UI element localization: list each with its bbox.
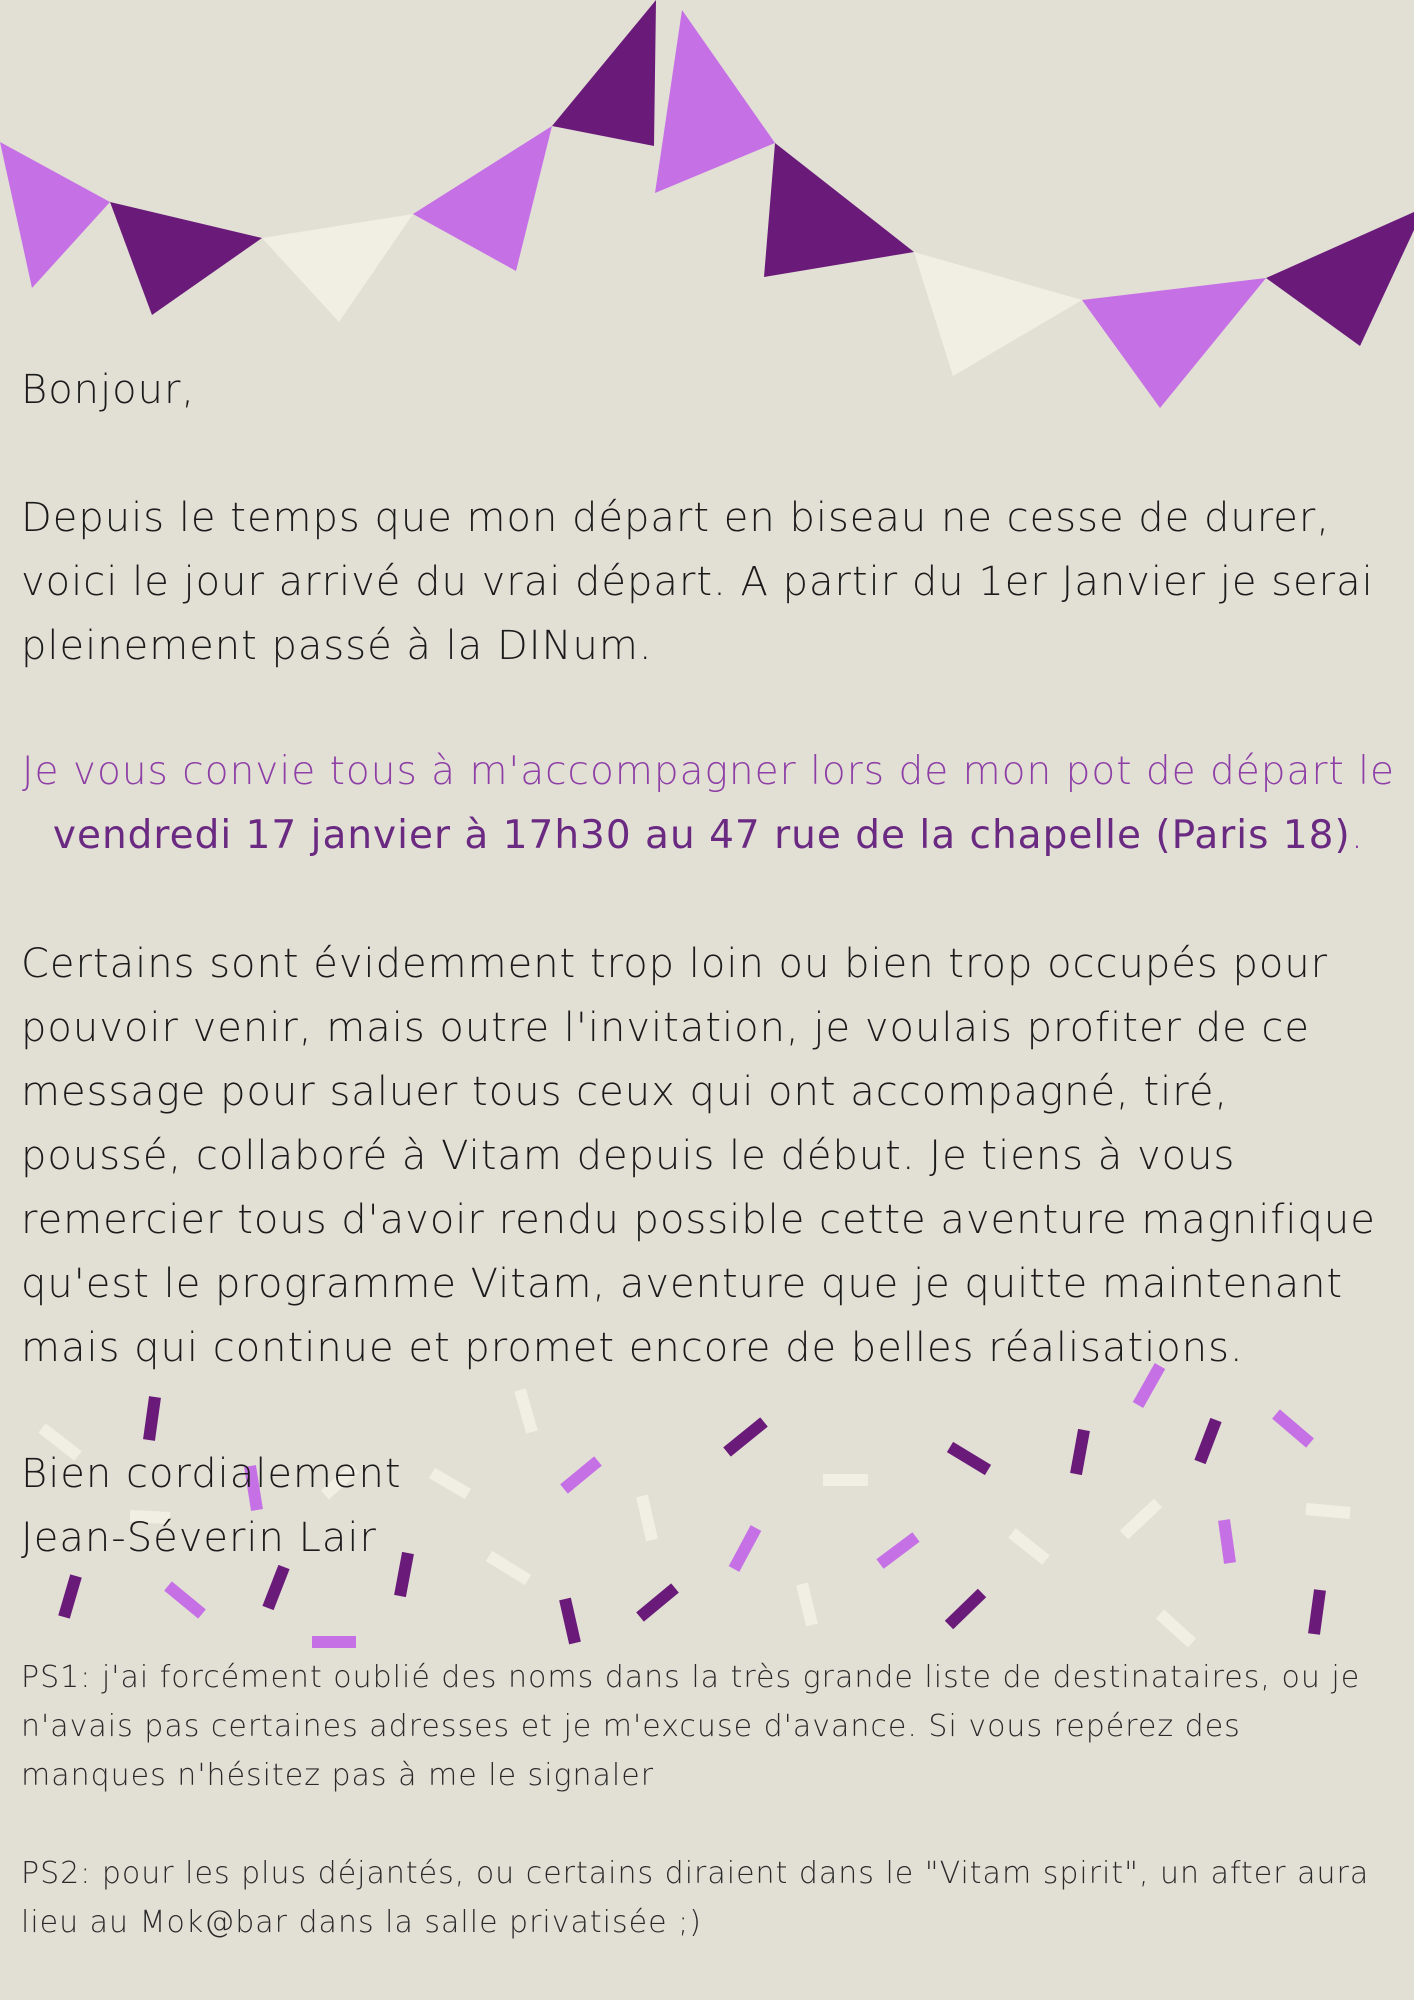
confetti-piece: [1155, 1609, 1197, 1648]
invitation-end: .: [1350, 813, 1365, 858]
postscript-1: PS1: j'ai forcément oublié des noms dans…: [21, 1660, 1361, 1793]
confetti-piece: [58, 1574, 82, 1619]
invitation: Je vous convie tous à m'accompagner lors…: [21, 740, 1396, 868]
confetti-piece: [164, 1581, 206, 1619]
confetti-piece: [262, 1564, 290, 1611]
pennant-cream-1: [262, 214, 413, 322]
signature: Jean-Séverin Lair: [21, 1515, 377, 1561]
pennant-light-3: [655, 10, 775, 193]
pennant-light-2: [413, 126, 552, 271]
paragraph-departure: Depuis le temps que mon départ en biseau…: [21, 495, 1374, 669]
pennant-light-1: [0, 142, 110, 288]
pennant-dark-4: [1266, 212, 1414, 346]
confetti-piece: [559, 1597, 581, 1645]
confetti-piece: [636, 1583, 679, 1622]
pennant-dark-2: [552, 0, 656, 146]
pennant-dark-3: [764, 143, 914, 277]
closing-block: Bien cordialement Jean-Séverin Lair: [21, 1442, 1396, 1570]
postscript-2: PS2: pour les plus déjantés, ou certains…: [21, 1856, 1370, 1940]
confetti-piece: [514, 1388, 538, 1434]
invitation-intro: Je vous convie tous à m'accompagner lors…: [22, 749, 1395, 794]
invitation-details: vendredi 17 janvier à 17h30 au 47 rue de…: [52, 813, 1351, 858]
pennant-dark-1: [110, 202, 262, 315]
confetti-piece: [143, 1396, 161, 1441]
greeting: Bonjour,: [21, 367, 196, 413]
confetti-piece: [1308, 1589, 1326, 1635]
confetti-piece: [796, 1582, 818, 1627]
closing: Bien cordialement: [21, 1451, 402, 1497]
confetti-piece: [944, 1588, 987, 1630]
confetti-piece: [1272, 1409, 1314, 1448]
paragraph-thanks: Certains sont évidemment trop loin ou bi…: [21, 941, 1376, 1371]
